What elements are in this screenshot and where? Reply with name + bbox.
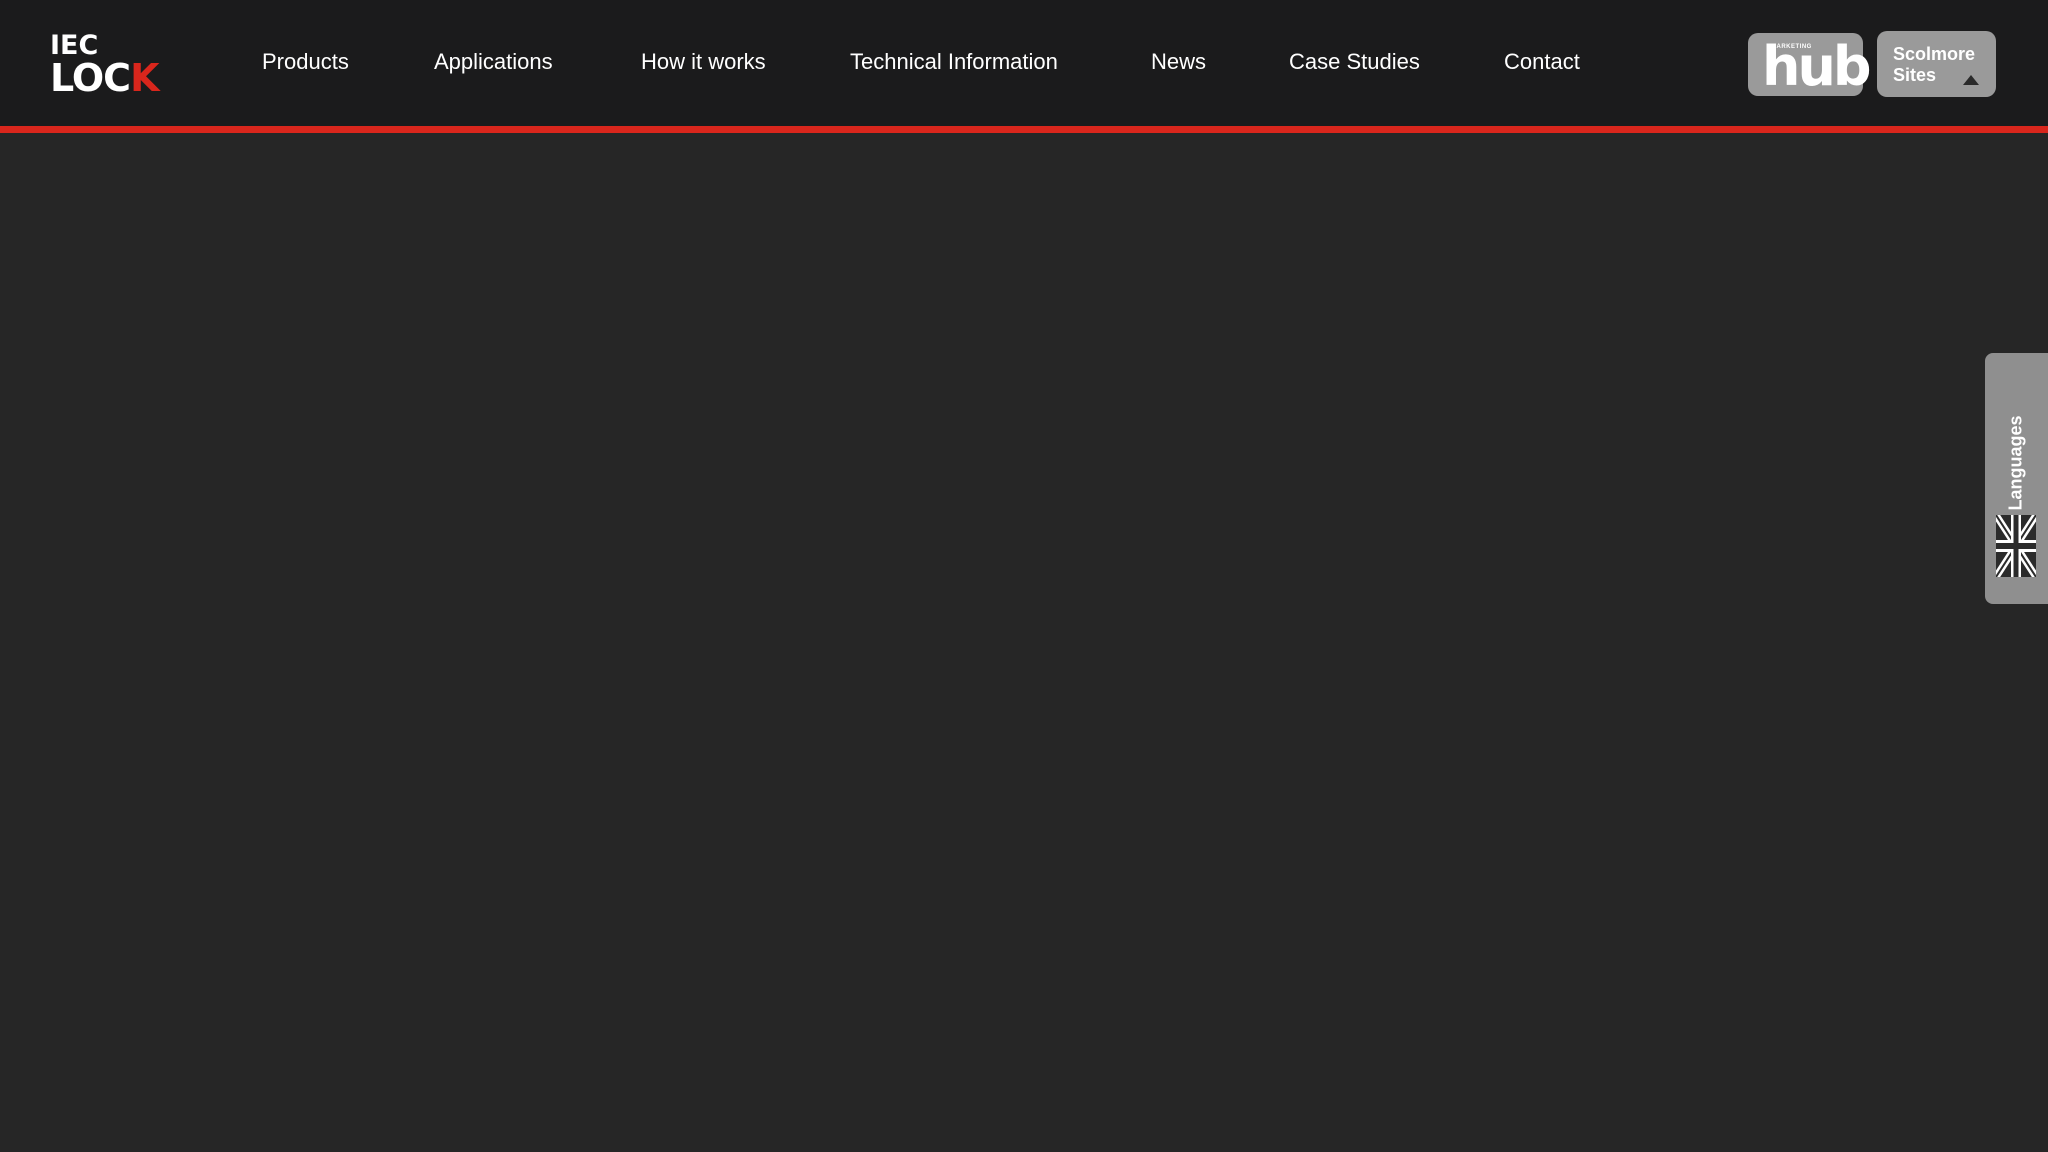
nav-case-studies[interactable]: Case Studies <box>1289 48 1420 76</box>
hub-logo-small-text: MARKETING <box>1771 44 1812 50</box>
languages-label: Languages <box>2005 415 2026 511</box>
nav-how-it-works[interactable]: How it works <box>641 48 766 76</box>
caret-up-icon <box>1963 75 1979 85</box>
site-header: IEC LOCK Products Applications How it wo… <box>0 0 2048 126</box>
header-accent-bar <box>0 126 2048 133</box>
marketing-hub-button[interactable]: hub MARKETING <box>1748 33 1872 98</box>
main-nav: Products Applications How it works Techn… <box>0 0 1700 126</box>
uk-flag-icon <box>1996 515 2036 577</box>
languages-tab[interactable]: Languages <box>1985 353 2048 604</box>
nav-applications[interactable]: Applications <box>434 48 553 76</box>
nav-technical-information[interactable]: Technical Information <box>850 48 1058 76</box>
nav-contact[interactable]: Contact <box>1504 48 1580 76</box>
scolmore-sites-button[interactable]: Scolmore Sites <box>1877 31 1996 97</box>
nav-products[interactable]: Products <box>262 48 349 76</box>
nav-news[interactable]: News <box>1151 48 1206 76</box>
